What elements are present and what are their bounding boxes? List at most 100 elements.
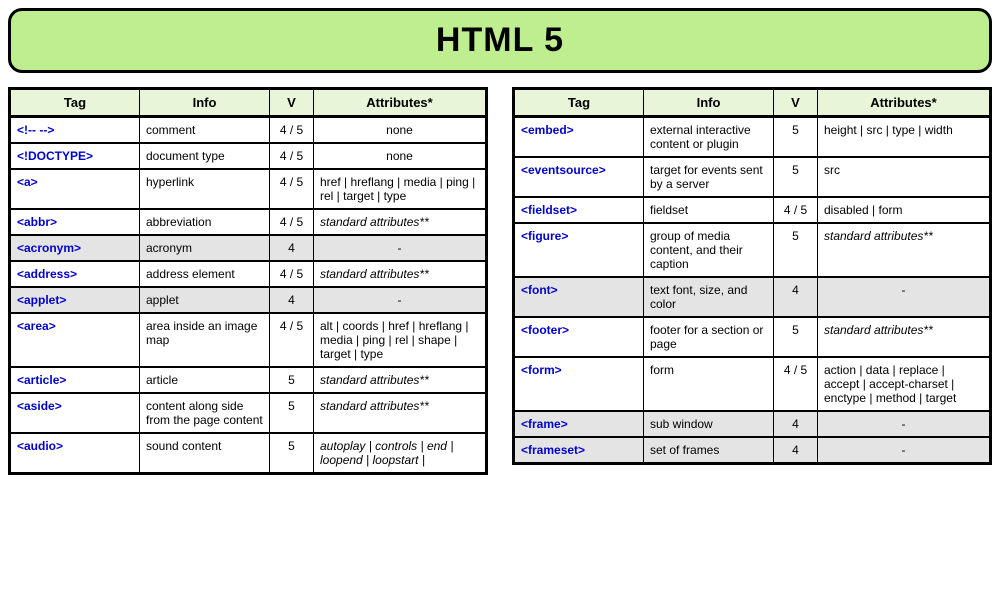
table-row: <area>area inside an image map4 / 5alt |… (10, 313, 487, 367)
table-row: <!DOCTYPE>document type4 / 5none (10, 143, 487, 169)
info-cell: external interactive content or plugin (644, 117, 774, 158)
info-cell: form (644, 357, 774, 411)
version-cell: 5 (774, 317, 818, 357)
info-cell: abbreviation (140, 209, 270, 235)
tag-cell: <abbr> (10, 209, 140, 235)
info-cell: document type (140, 143, 270, 169)
tag-cell: <acronym> (10, 235, 140, 261)
info-cell: applet (140, 287, 270, 313)
header-tag: Tag (514, 89, 644, 117)
header-attrs: Attributes* (818, 89, 991, 117)
table-row: <figure>group of media content, and thei… (514, 223, 991, 277)
tag-cell: <fieldset> (514, 197, 644, 223)
table-row: <form>form4 / 5action | data | replace |… (514, 357, 991, 411)
version-cell: 4 / 5 (270, 169, 314, 209)
columns-wrapper: Tag Info V Attributes* <!-- -->comment4 … (8, 87, 992, 475)
version-cell: 4 (270, 287, 314, 313)
version-cell: 5 (270, 367, 314, 393)
version-cell: 4 / 5 (270, 313, 314, 367)
version-cell: 4 / 5 (270, 117, 314, 144)
header-v: V (774, 89, 818, 117)
attributes-cell: none (314, 117, 487, 144)
version-cell: 4 (270, 235, 314, 261)
version-cell: 5 (774, 223, 818, 277)
tag-cell: <frameset> (514, 437, 644, 464)
tag-cell: <embed> (514, 117, 644, 158)
attributes-cell: standard attributes** (314, 261, 487, 287)
tags-table-left: Tag Info V Attributes* <!-- -->comment4 … (8, 87, 488, 475)
table-row: <abbr>abbreviation4 / 5standard attribut… (10, 209, 487, 235)
attributes-cell: none (314, 143, 487, 169)
attributes-cell: height | src | type | width (818, 117, 991, 158)
tag-cell: <applet> (10, 287, 140, 313)
info-cell: footer for a section or page (644, 317, 774, 357)
table-row: <fieldset>fieldset4 / 5disabled | form (514, 197, 991, 223)
attributes-cell: alt | coords | href | hreflang | media |… (314, 313, 487, 367)
header-info: Info (644, 89, 774, 117)
page-title: HTML 5 (11, 21, 989, 60)
info-cell: area inside an image map (140, 313, 270, 367)
table-row: <aside>content along side from the page … (10, 393, 487, 433)
header-info: Info (140, 89, 270, 117)
table-row: <font>text font, size, and color4- (514, 277, 991, 317)
tag-cell: <figure> (514, 223, 644, 277)
attributes-cell: - (818, 411, 991, 437)
version-cell: 4 (774, 277, 818, 317)
tag-cell: <frame> (514, 411, 644, 437)
attributes-cell: standard attributes** (314, 393, 487, 433)
info-cell: comment (140, 117, 270, 144)
page-banner: HTML 5 (8, 8, 992, 73)
table-row: <eventsource>target for events sent by a… (514, 157, 991, 197)
version-cell: 4 / 5 (774, 357, 818, 411)
info-cell: acronym (140, 235, 270, 261)
header-tag: Tag (10, 89, 140, 117)
tag-cell: <!DOCTYPE> (10, 143, 140, 169)
attributes-cell: - (314, 235, 487, 261)
info-cell: sub window (644, 411, 774, 437)
tag-cell: <font> (514, 277, 644, 317)
info-cell: group of media content, and their captio… (644, 223, 774, 277)
right-column: Tag Info V Attributes* <embed>external i… (512, 87, 992, 475)
attributes-cell: href | hreflang | media | ping | rel | t… (314, 169, 487, 209)
version-cell: 4 / 5 (270, 143, 314, 169)
version-cell: 5 (774, 117, 818, 158)
info-cell: address element (140, 261, 270, 287)
version-cell: 4 / 5 (774, 197, 818, 223)
attributes-cell: standard attributes** (818, 317, 991, 357)
info-cell: content along side from the page content (140, 393, 270, 433)
info-cell: article (140, 367, 270, 393)
attributes-cell: action | data | replace | accept | accep… (818, 357, 991, 411)
attributes-cell: - (818, 277, 991, 317)
tag-cell: <!-- --> (10, 117, 140, 144)
table-row: <frame>sub window4- (514, 411, 991, 437)
attributes-cell: autoplay | controls | end | loopend | lo… (314, 433, 487, 474)
info-cell: target for events sent by a server (644, 157, 774, 197)
table-row: <article>article5standard attributes** (10, 367, 487, 393)
version-cell: 4 / 5 (270, 261, 314, 287)
tag-cell: <audio> (10, 433, 140, 474)
table-row: <audio>sound content5autoplay | controls… (10, 433, 487, 474)
tag-cell: <address> (10, 261, 140, 287)
table-header-row: Tag Info V Attributes* (514, 89, 991, 117)
attributes-cell: disabled | form (818, 197, 991, 223)
table-row: <frameset>set of frames4- (514, 437, 991, 464)
tag-cell: <eventsource> (514, 157, 644, 197)
tag-cell: <a> (10, 169, 140, 209)
version-cell: 4 (774, 411, 818, 437)
info-cell: text font, size, and color (644, 277, 774, 317)
version-cell: 5 (774, 157, 818, 197)
version-cell: 4 / 5 (270, 209, 314, 235)
tag-cell: <area> (10, 313, 140, 367)
table-row: <acronym>acronym4- (10, 235, 487, 261)
tag-cell: <article> (10, 367, 140, 393)
header-attrs: Attributes* (314, 89, 487, 117)
version-cell: 4 (774, 437, 818, 464)
table-row: <embed>external interactive content or p… (514, 117, 991, 158)
version-cell: 5 (270, 433, 314, 474)
tag-cell: <aside> (10, 393, 140, 433)
info-cell: sound content (140, 433, 270, 474)
attributes-cell: - (818, 437, 991, 464)
attributes-cell: - (314, 287, 487, 313)
tags-table-right: Tag Info V Attributes* <embed>external i… (512, 87, 992, 465)
attributes-cell: src (818, 157, 991, 197)
